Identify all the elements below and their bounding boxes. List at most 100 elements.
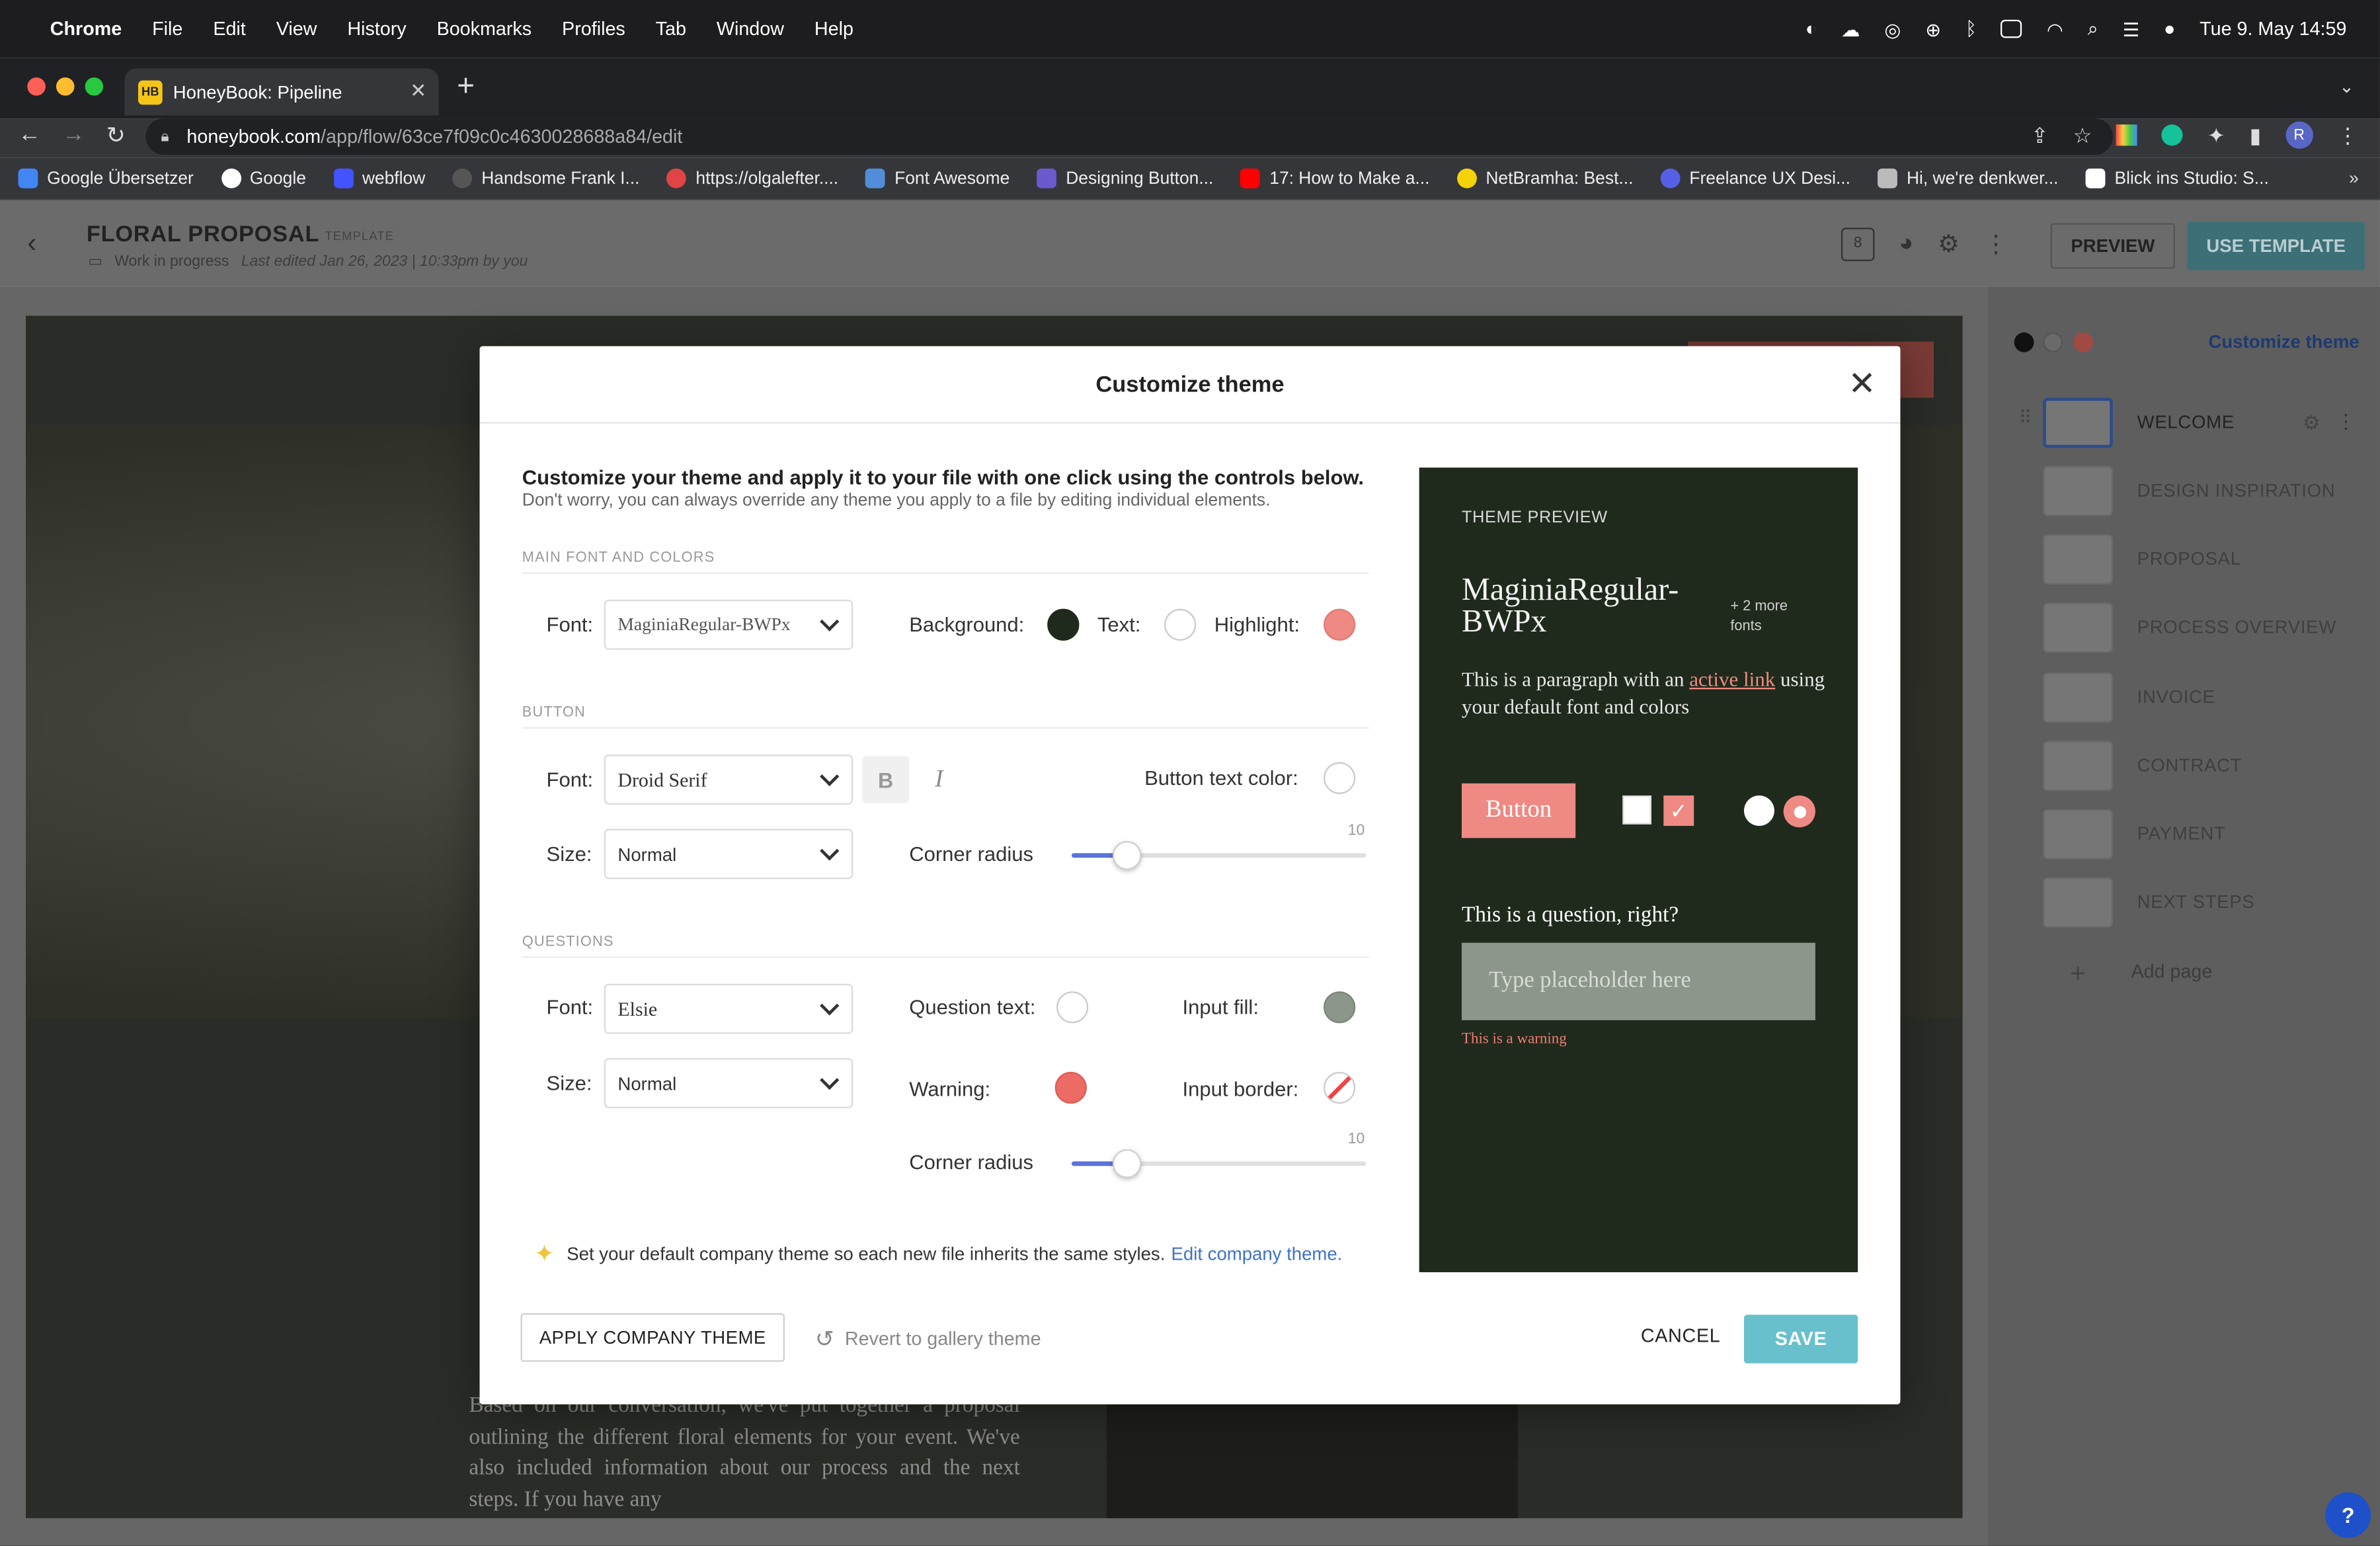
close-icon[interactable]: ✕ xyxy=(1848,366,1876,401)
status-vpn-icon[interactable]: ⊕ xyxy=(1925,17,1941,40)
bookmark-item[interactable]: Designing Button... xyxy=(1037,168,1213,188)
save-button[interactable]: SAVE xyxy=(1743,1315,1858,1363)
bookmark-item[interactable]: Google xyxy=(221,168,306,188)
more-options-icon[interactable]: ⋮ xyxy=(1984,229,2008,260)
menubar-clock[interactable]: Tue 9. May 14:59 xyxy=(2200,19,2346,40)
bookmark-item[interactable]: NetBramha: Best... xyxy=(1456,168,1633,188)
lock-icon[interactable]: 🔒︎ xyxy=(161,128,169,145)
menu-file[interactable]: File xyxy=(152,19,182,40)
preview-button[interactable]: PREVIEW xyxy=(2050,223,2176,269)
status-sync-icon[interactable]: ◎ xyxy=(1884,17,1901,40)
bluetooth-icon[interactable]: ᛒ xyxy=(1965,19,1977,40)
tab-search-chevron-icon[interactable]: ⌄ xyxy=(2339,76,2354,97)
browser-tab[interactable]: HB HoneyBook: Pipeline ✕ xyxy=(124,68,439,116)
bookmark-item[interactable]: Hi, we're denkwer... xyxy=(1878,168,2059,188)
status-app-icon[interactable]: ◐ xyxy=(1805,19,1817,40)
italic-toggle-button[interactable]: I xyxy=(935,766,943,793)
control-center-icon[interactable]: ☰ xyxy=(2123,17,2140,40)
bookmark-item[interactable]: webflow xyxy=(333,168,425,188)
profile-avatar[interactable]: R xyxy=(2285,121,2313,149)
siri-icon[interactable]: ● xyxy=(2164,19,2175,40)
battery-icon[interactable] xyxy=(2001,19,2023,38)
sidebar-page-contract[interactable]: CONTRACT xyxy=(2043,738,2377,793)
apply-company-theme-button[interactable]: APPLY COMPANY THEME xyxy=(520,1313,785,1362)
menu-bookmarks[interactable]: Bookmarks xyxy=(437,19,532,40)
bookmark-item[interactable]: https://olgalefter.... xyxy=(666,168,838,188)
settings-gear-icon[interactable]: ⚙ xyxy=(1938,229,1960,260)
bold-toggle-button[interactable]: B xyxy=(862,756,910,803)
button-size-select[interactable]: Normal xyxy=(604,829,853,879)
spotlight-search-icon[interactable]: ⌕ xyxy=(2088,17,2098,40)
extension-colorpicker-icon[interactable] xyxy=(2116,124,2138,146)
side-panel-icon[interactable]: ▮ xyxy=(2250,122,2262,148)
slider-knob[interactable] xyxy=(1111,1149,1141,1178)
extension-grammarly-icon[interactable] xyxy=(2162,124,2184,146)
sidebar-page-payment[interactable]: PAYMENT xyxy=(2043,806,2377,861)
warning-color-swatch[interactable] xyxy=(1054,1071,1087,1104)
window-minimize-button[interactable] xyxy=(56,77,75,96)
bookmark-item[interactable]: Freelance UX Desi... xyxy=(1660,168,1850,188)
forward-arrow-icon[interactable]: → xyxy=(62,122,85,149)
question-text-color-swatch[interactable] xyxy=(1056,991,1089,1024)
menu-window[interactable]: Window xyxy=(717,19,784,40)
new-tab-icon[interactable]: + xyxy=(457,70,475,105)
bookmark-item[interactable]: Font Awesome xyxy=(865,168,1010,188)
share-icon[interactable]: ⇪ xyxy=(2031,122,2049,148)
background-color-swatch[interactable] xyxy=(1047,608,1080,641)
text-color-swatch[interactable] xyxy=(1164,608,1197,641)
button-corner-radius-slider[interactable] xyxy=(1071,840,1367,870)
status-cloud-icon[interactable]: ☁ xyxy=(1841,17,1860,40)
revert-to-gallery-theme-button[interactable]: ↺ Revert to gallery theme xyxy=(815,1325,1041,1353)
bookmark-item[interactable]: Handsome Frank I... xyxy=(452,168,639,188)
sidebar-page-proposal[interactable]: PROPOSAL xyxy=(2043,532,2377,587)
page-settings-gear-icon[interactable]: ⚙ xyxy=(2303,411,2320,436)
extensions-puzzle-icon[interactable]: ✦ xyxy=(2207,122,2225,148)
highlight-color-swatch[interactable] xyxy=(1324,608,1356,641)
main-font-select[interactable]: MaginiaRegular-BWPx xyxy=(604,599,853,650)
reload-icon[interactable]: ↻ xyxy=(106,122,126,149)
input-fill-swatch[interactable] xyxy=(1324,991,1356,1024)
page-more-icon[interactable]: ⋮ xyxy=(2336,410,2356,434)
window-close-button[interactable] xyxy=(27,77,46,96)
slider-knob[interactable] xyxy=(1111,840,1141,870)
use-template-button[interactable]: USE TEMPLATE xyxy=(2187,222,2365,270)
menu-profiles[interactable]: Profiles xyxy=(562,19,625,40)
add-page-label[interactable]: Add page xyxy=(2131,961,2212,982)
cancel-button[interactable]: CANCEL xyxy=(1641,1325,1721,1346)
wifi-icon[interactable]: ◠ xyxy=(2047,17,2063,40)
document-status[interactable]: Work in progress xyxy=(114,253,229,270)
button-text-color-swatch[interactable] xyxy=(1324,762,1356,794)
menu-app-name[interactable]: Chrome xyxy=(50,19,122,40)
menu-view[interactable]: View xyxy=(276,19,317,40)
add-page-plus-icon[interactable]: + xyxy=(2047,950,2108,996)
browser-menu-icon[interactable]: ⋮ xyxy=(2337,122,2358,148)
button-font-select[interactable]: Droid Serif xyxy=(604,754,853,805)
menu-history[interactable]: History xyxy=(347,19,406,40)
menu-help[interactable]: Help xyxy=(814,19,853,40)
bookmark-star-icon[interactable]: ☆ xyxy=(2073,122,2092,148)
menu-tab[interactable]: Tab xyxy=(656,19,686,40)
customize-theme-link[interactable]: Customize theme xyxy=(2209,331,2360,352)
back-chevron-icon[interactable]: ‹ xyxy=(27,227,36,259)
more-bookmarks-icon[interactable]: » xyxy=(2349,169,2359,188)
sidebar-page-welcome[interactable]: WELCOME xyxy=(2043,395,2377,450)
drag-handle-icon[interactable]: ⠿ xyxy=(2019,407,2032,428)
bookmark-item[interactable]: 17: How to Make a... xyxy=(1240,168,1429,188)
back-arrow-icon[interactable]: ← xyxy=(19,122,41,149)
help-button[interactable]: ? xyxy=(2325,1492,2371,1538)
question-font-select[interactable]: Elsie xyxy=(604,983,853,1034)
question-corner-radius-slider[interactable] xyxy=(1071,1149,1367,1178)
bookmark-item[interactable]: Blick ins Studio: S... xyxy=(2085,168,2269,188)
input-border-none-swatch[interactable] xyxy=(1324,1071,1356,1104)
window-zoom-button[interactable] xyxy=(85,77,104,96)
edit-company-theme-link[interactable]: Edit company theme. xyxy=(1171,1243,1343,1264)
pages-count-icon[interactable]: 8 xyxy=(1841,227,1875,261)
sidebar-page-invoice[interactable]: INVOICE xyxy=(2043,669,2377,724)
address-bar[interactable]: 🔒︎ honeybook.com /app/flow/63ce7f09c0c46… xyxy=(145,118,2113,155)
sidebar-page-design-inspiration[interactable]: DESIGN INSPIRATION xyxy=(2043,463,2377,518)
tab-close-icon[interactable]: ✕ xyxy=(410,79,426,103)
palette-icon[interactable]: ◕ xyxy=(1899,231,1913,258)
bookmark-item[interactable]: Google Übersetzer xyxy=(18,168,194,188)
menu-edit[interactable]: Edit xyxy=(213,19,245,40)
sidebar-page-next-steps[interactable]: NEXT STEPS xyxy=(2043,874,2377,929)
